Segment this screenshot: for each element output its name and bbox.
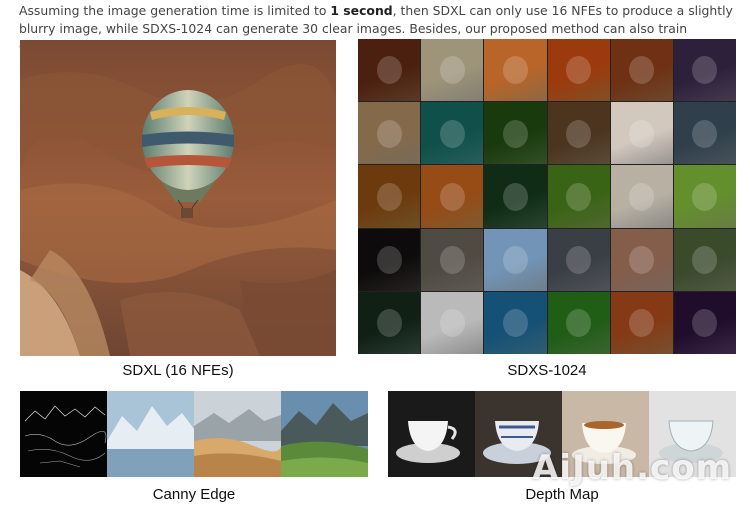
- sdxs-image-grid: [358, 39, 736, 354]
- sdxl-label: SDXL (16 NFEs): [122, 362, 234, 379]
- grid-image-cat-by-window: [421, 228, 484, 291]
- grid-image-lake-town: [673, 228, 736, 291]
- caption-bold: 1 second: [330, 3, 393, 18]
- grid-image-dog-with-ball: [421, 102, 484, 165]
- grid-image-green-hills-road: [547, 165, 610, 228]
- canny-desert: [194, 391, 281, 477]
- grid-image-orange-car: [547, 39, 610, 102]
- grid-image-penguins-snow: [484, 228, 547, 291]
- watermark-logo: AiJuh.com: [532, 448, 732, 488]
- grid-image-pink-roses: [610, 228, 673, 291]
- grid-image-vintage-car-street: [547, 228, 610, 291]
- grid-image-strawberry-bowl: [610, 102, 673, 165]
- grid-image-teacup: [610, 165, 673, 228]
- grid-image-robot-parts: [421, 291, 484, 354]
- grid-image-woman-portrait: [358, 39, 421, 102]
- depth-label: Depth Map: [525, 486, 599, 503]
- grid-image-green-field: [673, 165, 736, 228]
- canny-label: Canny Edge: [152, 486, 236, 503]
- grid-image-forest-rider: [484, 102, 547, 165]
- grid-image-medusa-sculpture: [358, 102, 421, 165]
- grid-image-apple-on-table: [610, 39, 673, 102]
- grid-image-fantasy-city: [610, 291, 673, 354]
- grid-image-castle-cliff: [673, 102, 736, 165]
- grid-image-floating-island: [484, 291, 547, 354]
- depth-map-cup: [388, 391, 475, 477]
- caption-text-start: Assuming the image generation time is li…: [19, 3, 331, 18]
- grid-image-old-man-hat: [358, 228, 421, 291]
- canny-edge-map: [20, 391, 107, 477]
- grid-image-white-horse: [421, 39, 484, 102]
- sdxl-balloon-image: [20, 40, 336, 356]
- grid-image-horse-rider-desert: [484, 39, 547, 102]
- grid-image-golden-warrior-woman: [358, 165, 421, 228]
- grid-image-jeep-canyon: [547, 102, 610, 165]
- grid-image-forest-fairy: [484, 165, 547, 228]
- sdxs-label: SDXS-1024: [507, 362, 587, 379]
- grid-image-mountain-lake-sunset: [673, 39, 736, 102]
- canny-green-valley: [281, 391, 368, 477]
- grid-image-lion-savanna: [421, 165, 484, 228]
- grid-image-park-trees: [547, 291, 610, 354]
- grid-image-neon-city: [673, 291, 736, 354]
- canny-edge-strip: [20, 391, 368, 477]
- grid-image-astronaut-jungle: [358, 291, 421, 354]
- canny-snow-mountain: [107, 391, 194, 477]
